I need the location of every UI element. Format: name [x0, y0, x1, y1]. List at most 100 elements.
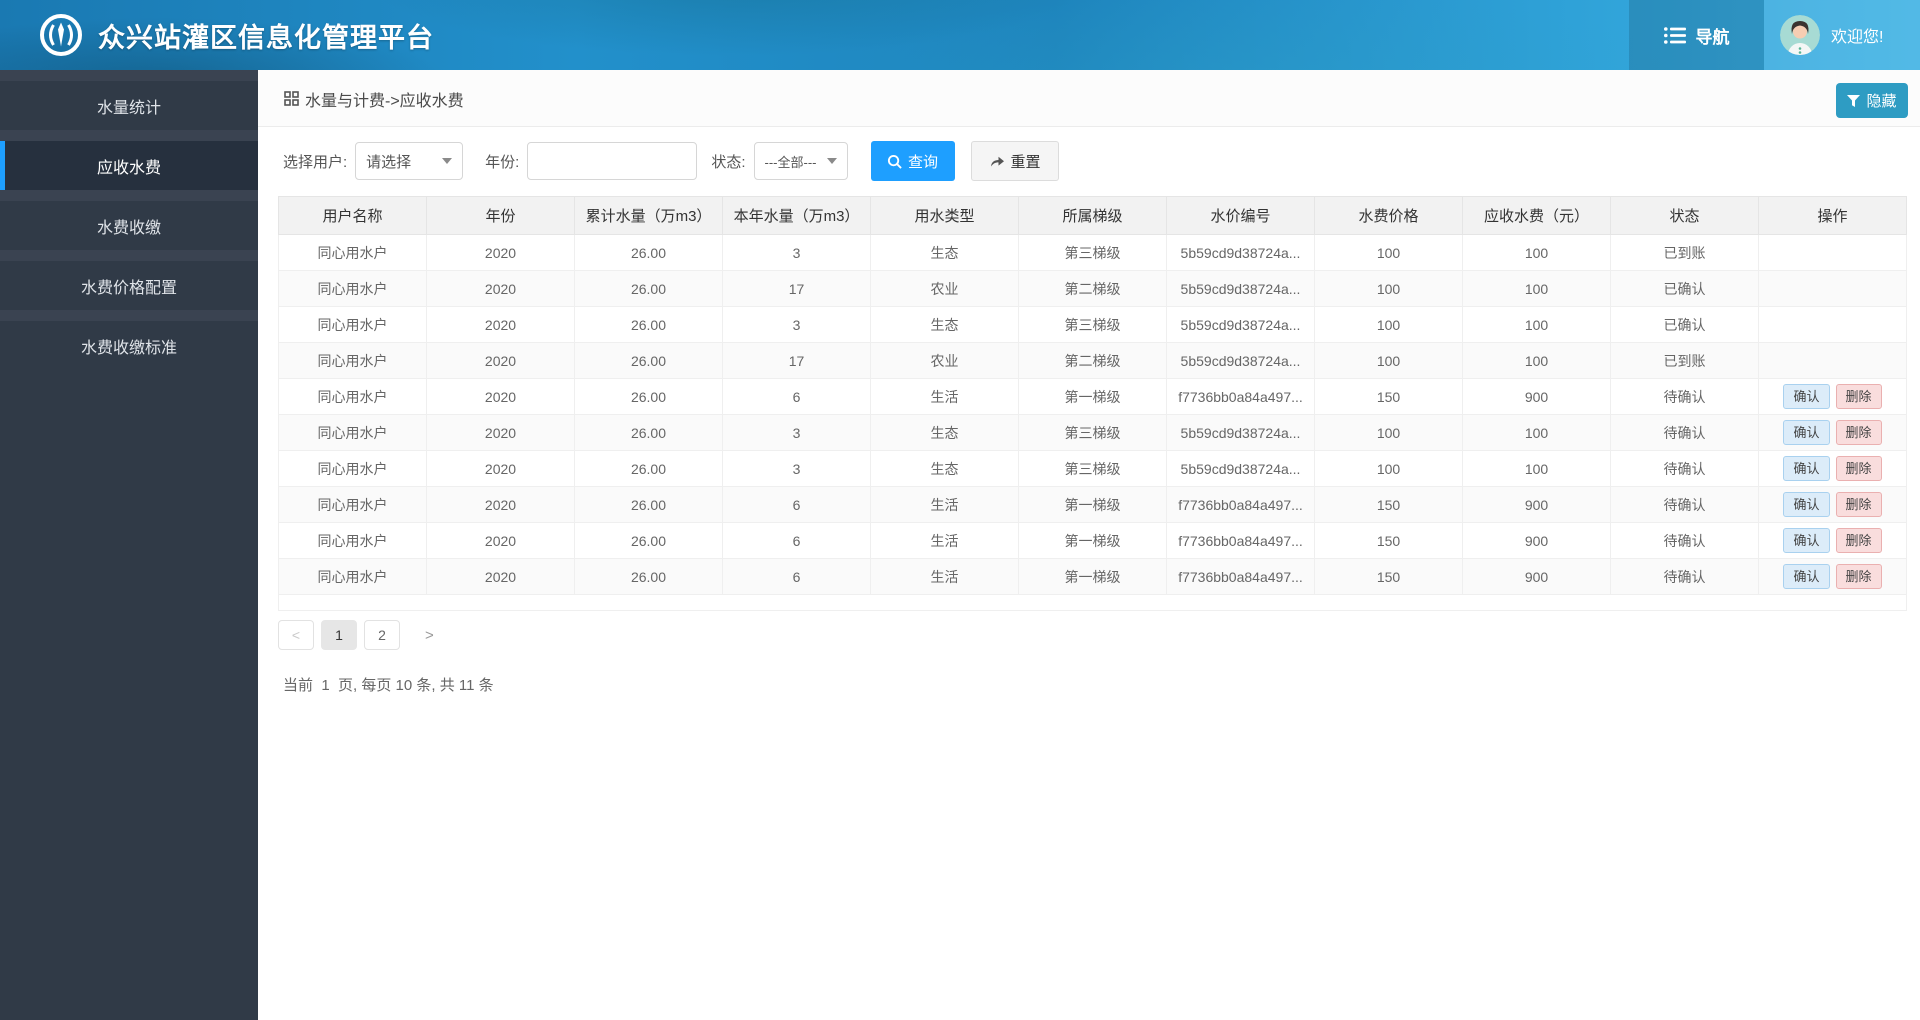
status-select[interactable]: ---全部---: [753, 142, 848, 180]
user-block: 欢迎您!: [1764, 0, 1920, 70]
pagination: < 12 >: [278, 620, 440, 650]
cell-amount: 100: [1462, 270, 1611, 307]
cell-amount: 900: [1462, 378, 1611, 415]
cell-status: 已确认: [1610, 270, 1759, 307]
sidebar-item-water-stats[interactable]: 水量统计: [0, 81, 258, 130]
cell-type: 生态: [870, 234, 1019, 271]
cell-type: 农业: [870, 270, 1019, 307]
page-button-1[interactable]: 1: [321, 620, 357, 650]
arrow-right-icon: [989, 154, 1005, 168]
confirm-button[interactable]: 确认: [1783, 491, 1830, 518]
cell-year: 2020: [426, 486, 575, 523]
confirm-button[interactable]: 确认: [1783, 527, 1830, 554]
pagination-summary: 当前 1 页, 每页 10 条, 共 11 条: [283, 677, 494, 694]
cell-total: 26.00: [574, 234, 723, 271]
sidebar-item-fee-collection-standard[interactable]: 水费收缴标准: [0, 321, 258, 370]
confirm-button[interactable]: 确认: [1783, 455, 1830, 482]
cell-price: 100: [1314, 234, 1463, 271]
table-row: 同心用水户 2020 26.00 3 生态 第三梯级 5b59cd9d38724a... 10…: [278, 414, 1907, 451]
search-button-label: 查询: [908, 153, 939, 171]
delete-button[interactable]: 删除: [1835, 455, 1882, 482]
confirm-button[interactable]: 确认: [1783, 419, 1830, 446]
sidebar-item-fee-price-config[interactable]: 水费价格配置: [0, 261, 258, 310]
cell-year: 2020: [426, 234, 575, 271]
next-page-button[interactable]: >: [419, 626, 440, 645]
cell-year: 2020: [426, 378, 575, 415]
cell-actions: 确认 删除: [1758, 450, 1907, 487]
brand: 众兴站灌区信息化管理平台: [38, 0, 434, 70]
column-header: 状态: [1610, 196, 1759, 235]
cell-price_id: 5b59cd9d38724a...: [1166, 450, 1315, 487]
page-button-2[interactable]: 2: [364, 620, 400, 650]
cell-amount: 100: [1462, 414, 1611, 451]
delete-button[interactable]: 删除: [1835, 383, 1882, 410]
cell-actions: [1758, 270, 1907, 307]
cell-total: 26.00: [574, 558, 723, 595]
delete-button[interactable]: 删除: [1835, 527, 1882, 554]
reset-button[interactable]: 重置: [970, 141, 1059, 181]
cell-price: 100: [1314, 450, 1463, 487]
confirm-button[interactable]: 确认: [1783, 563, 1830, 590]
cell-total: 26.00: [574, 306, 723, 343]
year-input[interactable]: [527, 142, 698, 180]
cell-total: 26.00: [574, 450, 723, 487]
cell-tier: 第一梯级: [1018, 522, 1167, 559]
receivable-table: 用户名称 年份 累计水量（万m3） 本年水量（万m3） 用水类型 所属梯级 水价编号 水费价格…: [278, 196, 1907, 611]
cell-price_id: f7736bb0a84a497...: [1166, 558, 1315, 595]
cell-tier: 第三梯级: [1018, 450, 1167, 487]
search-button[interactable]: 查询: [870, 141, 955, 181]
cell-current: 3: [722, 306, 871, 343]
cell-actions: 确认 删除: [1758, 522, 1907, 559]
cell-user: 同心用水户: [278, 306, 427, 343]
sidebar-item-receivable-fees[interactable]: 应收水费: [0, 141, 258, 190]
cell-user: 同心用水户: [278, 378, 427, 415]
table-row: 同心用水户 2020 26.00 6 生活 第一梯级 f7736bb0a84a497... 1…: [278, 486, 1907, 523]
hide-filter-button[interactable]: 隐藏: [1836, 83, 1908, 118]
confirm-button[interactable]: 确认: [1783, 383, 1830, 410]
user-select[interactable]: 请选择: [355, 142, 464, 180]
cell-user: 同心用水户: [278, 270, 427, 307]
avatar[interactable]: [1780, 15, 1820, 55]
cell-year: 2020: [426, 450, 575, 487]
prev-page-button[interactable]: <: [278, 620, 314, 650]
table-spacer-cell: [278, 594, 1907, 611]
filter-row: 选择用户: 请选择 年份: 状态: ---全部--- 查询 重置: [283, 141, 1059, 181]
cell-status: 已到账: [1610, 234, 1759, 271]
table-spacer-row: [278, 594, 1907, 611]
reset-button-label: 重置: [1010, 153, 1041, 171]
cell-year: 2020: [426, 558, 575, 595]
delete-button[interactable]: 删除: [1835, 419, 1882, 446]
chevron-down-icon: [442, 158, 453, 164]
table-header-row: 用户名称 年份 累计水量（万m3） 本年水量（万m3） 用水类型 所属梯级 水价编号 水费价格…: [278, 196, 1907, 235]
column-header: 累计水量（万m3）: [574, 196, 723, 235]
cell-current: 3: [722, 450, 871, 487]
nav-toggle[interactable]: 导航: [1629, 0, 1764, 70]
breadcrumb-text: 水量与计费->应收水费: [305, 92, 464, 110]
cell-type: 生态: [870, 414, 1019, 451]
top-header: 众兴站灌区信息化管理平台 导航 欢迎您!: [0, 0, 1920, 70]
cell-user: 同心用水户: [278, 522, 427, 559]
cell-year: 2020: [426, 306, 575, 343]
cell-user: 同心用水户: [278, 486, 427, 523]
hide-button-label: 隐藏: [1866, 93, 1897, 110]
cell-year: 2020: [426, 270, 575, 307]
sidebar-item-fee-collection[interactable]: 水费收缴: [0, 201, 258, 250]
cell-type: 生活: [870, 558, 1019, 595]
table-row: 同心用水户 2020 26.00 3 生态 第三梯级 5b59cd9d38724a... 10…: [278, 306, 1907, 343]
cell-actions: 确认 删除: [1758, 414, 1907, 451]
cell-type: 生态: [870, 306, 1019, 343]
main-content: 水量与计费->应收水费 隐藏 选择用户: 请选择 年份: 状态: ---全部--…: [258, 70, 1920, 1020]
cell-price: 150: [1314, 558, 1463, 595]
cell-price_id: 5b59cd9d38724a...: [1166, 342, 1315, 379]
breadcrumb: 水量与计费->应收水费: [284, 70, 464, 127]
cell-current: 6: [722, 378, 871, 415]
delete-button[interactable]: 删除: [1835, 563, 1882, 590]
cell-year: 2020: [426, 414, 575, 451]
table-header: 用户名称 年份 累计水量（万m3） 本年水量（万m3） 用水类型 所属梯级 水价编号 水费价格…: [278, 196, 1907, 235]
cell-price: 150: [1314, 486, 1463, 523]
cell-total: 26.00: [574, 486, 723, 523]
menu-list-icon: [1663, 26, 1686, 44]
cell-price_id: 5b59cd9d38724a...: [1166, 234, 1315, 271]
cell-actions: 确认 删除: [1758, 486, 1907, 523]
delete-button[interactable]: 删除: [1835, 491, 1882, 518]
